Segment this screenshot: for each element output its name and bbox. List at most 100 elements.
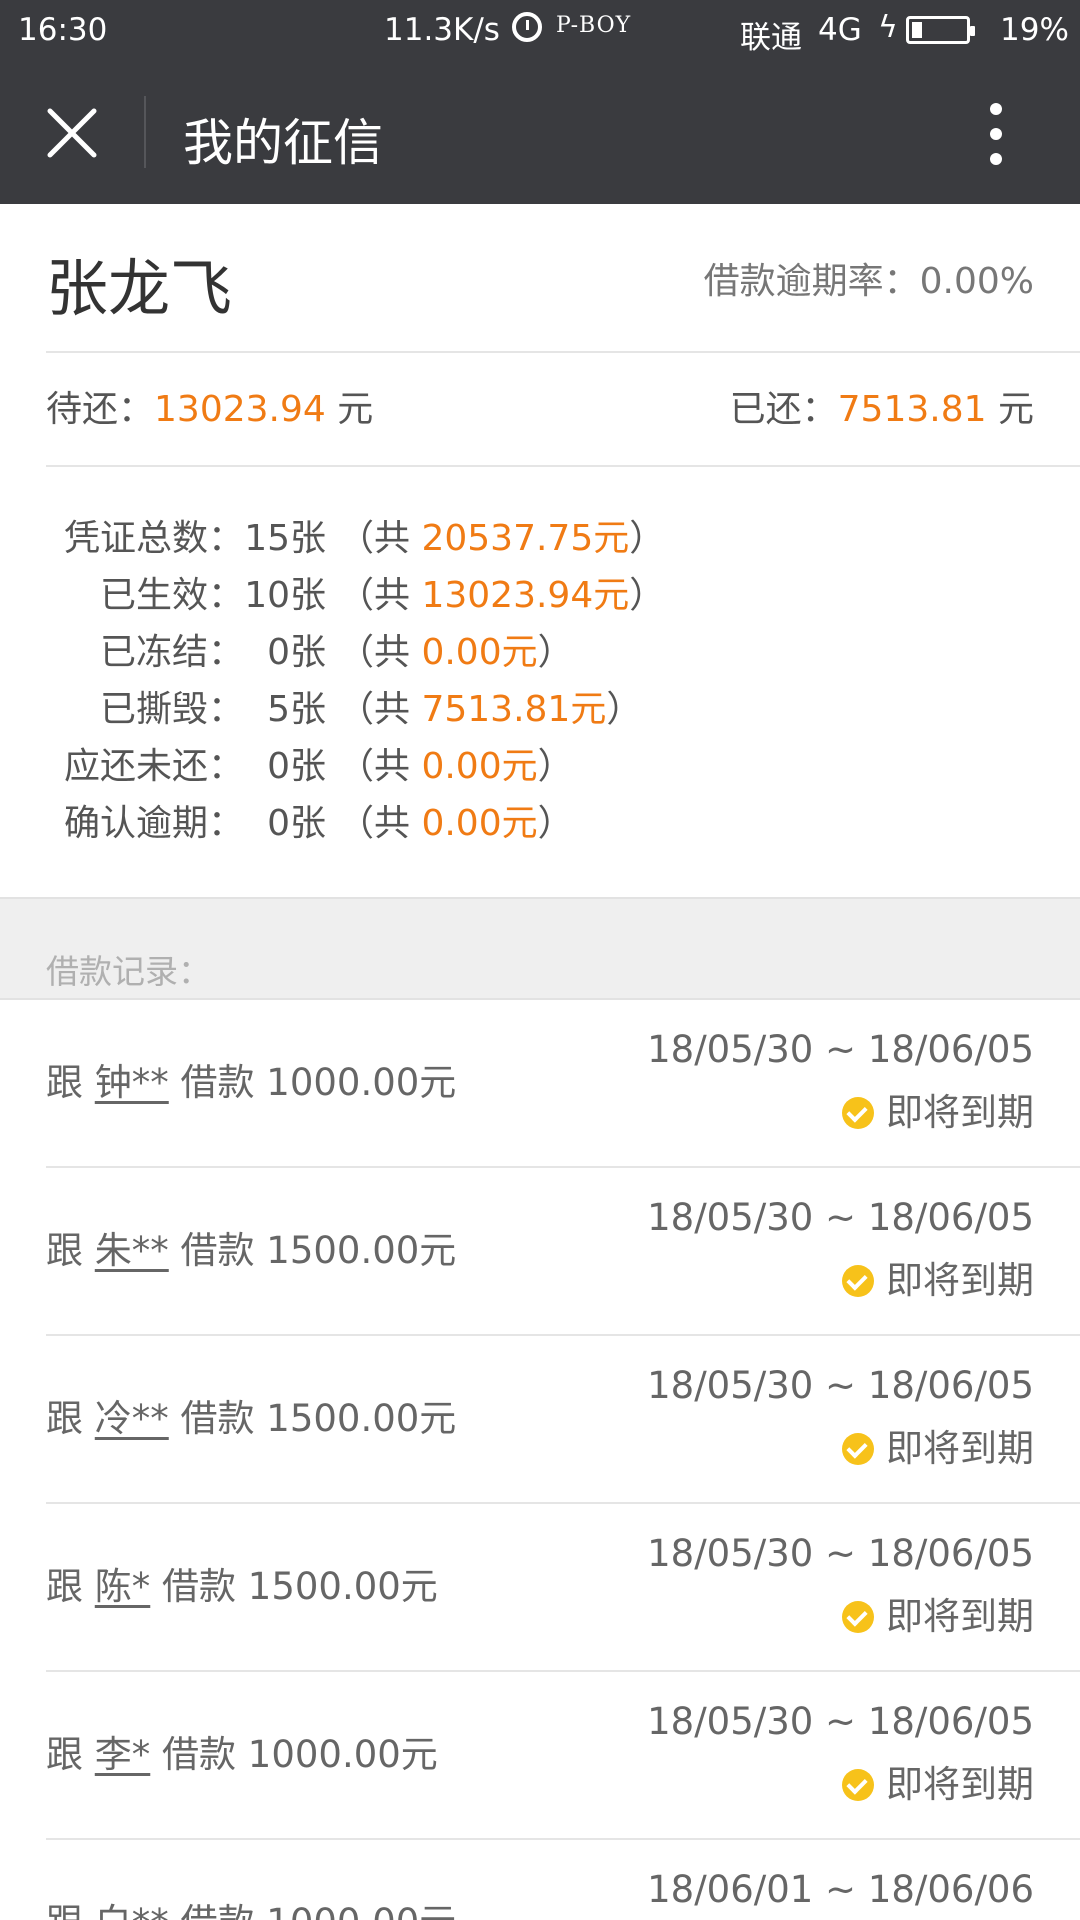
overdue-rate: 借款逾期率：0.00% xyxy=(704,252,1034,304)
lender-link[interactable]: 冷** xyxy=(95,1397,169,1440)
record-desc: 跟 陈* 借款 1500.00元 xyxy=(46,1556,438,1610)
record-dates: 18/06/01 ~ 18/06/06 xyxy=(647,1868,1034,1911)
record-amount: 借款 1000.00元 xyxy=(169,1901,457,1920)
pending-unit: 元 xyxy=(337,389,374,430)
record-dates: 18/05/30 ~ 18/06/05 xyxy=(647,1196,1034,1239)
record-amount: 借款 1000.00元 xyxy=(168,1061,457,1104)
stat-amount: 0.00元 xyxy=(421,632,538,673)
stat-label: 已冻结： xyxy=(99,632,244,673)
check-circle-icon xyxy=(842,1097,874,1129)
stat-label: 应还未还： xyxy=(63,746,244,787)
loan-record[interactable]: 跟 冷** 借款 1500.00元 18/05/30 ~ 18/06/05 即将… xyxy=(0,1336,1080,1504)
stat-row: 已生效：10张 （共 13023.94元） xyxy=(46,567,665,624)
stat-close: ） xyxy=(606,689,643,730)
record-dates: 18/05/30 ~ 18/06/05 xyxy=(647,1700,1034,1743)
page-title: 我的征信 xyxy=(183,114,383,172)
loan-record[interactable]: 跟 朱** 借款 1500.00元 18/05/30 ~ 18/06/05 即将… xyxy=(0,1168,1080,1336)
stat-amount: 13023.94元 xyxy=(421,575,630,616)
check-circle-icon xyxy=(842,1601,874,1633)
status-text: 即将到期 xyxy=(886,1259,1034,1302)
stat-count: 0张 xyxy=(267,803,326,844)
stat-close: ） xyxy=(537,632,574,673)
status-text: 即将到期 xyxy=(886,1091,1034,1134)
divider xyxy=(46,351,1080,353)
record-prefix: 跟 xyxy=(46,1733,95,1776)
record-amount: 借款 1500.00元 xyxy=(168,1397,457,1440)
record-desc: 跟 朱** 借款 1500.00元 xyxy=(46,1220,456,1274)
stat-close: ） xyxy=(629,518,666,559)
stat-count: 10张 xyxy=(244,575,326,616)
pending-amount: 13023.94 xyxy=(154,389,326,430)
record-amount: 借款 1500.00元 xyxy=(150,1565,438,1608)
stat-close: ） xyxy=(537,746,574,787)
stat-count: 0张 xyxy=(267,746,326,787)
stat-label: 已生效： xyxy=(99,575,244,616)
record-desc: 跟 钟** 借款 1000.00元 xyxy=(46,1052,456,1106)
carrier-name: 联通 xyxy=(740,20,802,56)
status-text: 即将到期 xyxy=(886,1427,1034,1470)
record-dates: 18/05/30 ~ 18/06/05 xyxy=(647,1532,1034,1575)
lender-link[interactable]: 白** xyxy=(95,1901,169,1920)
network-type: 4G xyxy=(818,12,862,48)
repaid-amount: 7513.81 xyxy=(837,389,987,430)
lender-link[interactable]: 陈* xyxy=(95,1565,151,1608)
loan-record[interactable]: 跟 陈* 借款 1500.00元 18/05/30 ~ 18/06/05 即将到… xyxy=(0,1504,1080,1672)
stat-row: 已冻结： 0张 （共 0.00元） xyxy=(46,624,665,681)
records-header-label: 借款记录： xyxy=(46,952,211,991)
record-status: 即将到期 xyxy=(842,1418,1034,1472)
status-bar: 16:30 11.3K/s P-BOY 联通 4G ϟ 19% xyxy=(0,0,1080,61)
close-icon[interactable] xyxy=(46,107,98,159)
record-prefix: 跟 xyxy=(46,1901,95,1920)
divider xyxy=(46,465,1080,467)
check-circle-icon xyxy=(842,1265,874,1297)
stat-label: 已撕毁： xyxy=(99,689,244,730)
stat-label: 确认逾期： xyxy=(63,803,244,844)
overdue-rate-label: 借款逾期率： xyxy=(703,261,920,302)
stat-open: （共 xyxy=(338,689,422,730)
loan-record[interactable]: 跟 钟** 借款 1000.00元 18/05/30 ~ 18/06/05 即将… xyxy=(0,1000,1080,1168)
charging-icon: ϟ xyxy=(878,10,898,45)
network-speed: 11.3K/s xyxy=(384,12,500,48)
voucher-stats: 凭证总数：15张 （共 20537.75元） 已生效：10张 （共 13023.94… xyxy=(46,510,665,852)
brand-logo: P-BOY xyxy=(556,13,632,38)
repaid: 已还：7513.81 元 xyxy=(730,380,1034,432)
more-options-icon[interactable] xyxy=(984,101,1008,167)
record-desc: 跟 白** 借款 1000.00元 xyxy=(46,1892,456,1920)
record-status: 即将到期 xyxy=(842,1754,1034,1808)
overdue-rate-value: 0.00% xyxy=(919,261,1034,302)
nav-bar: 我的征信 xyxy=(0,61,1080,204)
record-status: 即将到期 xyxy=(842,1082,1034,1136)
check-circle-icon xyxy=(842,1769,874,1801)
stat-close: ） xyxy=(537,803,574,844)
record-amount: 借款 1500.00元 xyxy=(168,1229,457,1272)
lender-link[interactable]: 李* xyxy=(95,1733,151,1776)
record-desc: 跟 冷** 借款 1500.00元 xyxy=(46,1388,456,1442)
alarm-icon xyxy=(512,12,542,42)
user-name: 张龙飞 xyxy=(46,252,233,325)
loan-record[interactable]: 跟 白** 借款 1000.00元 18/06/01 ~ 18/06/06 xyxy=(0,1840,1080,1920)
stat-row: 确认逾期： 0张 （共 0.00元） xyxy=(46,795,665,852)
status-time: 16:30 xyxy=(18,12,108,48)
repaid-unit: 元 xyxy=(997,389,1034,430)
lender-link[interactable]: 钟** xyxy=(95,1061,169,1104)
stat-open: （共 xyxy=(338,746,422,787)
stat-amount: 7513.81元 xyxy=(421,689,607,730)
pending-label: 待还： xyxy=(46,389,155,430)
stat-amount: 0.00元 xyxy=(421,746,538,787)
pending-repay: 待还：13023.94 元 xyxy=(46,389,373,430)
records-section-header: 借款记录： xyxy=(0,897,1080,1000)
record-prefix: 跟 xyxy=(46,1061,95,1104)
stat-amount: 20537.75元 xyxy=(421,518,630,559)
record-dates: 18/05/30 ~ 18/06/05 xyxy=(647,1028,1034,1071)
check-circle-icon xyxy=(842,1433,874,1465)
loan-record[interactable]: 跟 李* 借款 1000.00元 18/05/30 ~ 18/06/05 即将到… xyxy=(0,1672,1080,1840)
record-prefix: 跟 xyxy=(46,1565,95,1608)
status-text: 即将到期 xyxy=(886,1763,1034,1806)
record-status: 即将到期 xyxy=(842,1586,1034,1640)
record-amount: 借款 1000.00元 xyxy=(150,1733,438,1776)
stat-amount: 0.00元 xyxy=(421,803,538,844)
record-dates: 18/05/30 ~ 18/06/05 xyxy=(647,1364,1034,1407)
lender-link[interactable]: 朱** xyxy=(95,1229,169,1272)
record-status: 即将到期 xyxy=(842,1250,1034,1304)
stat-label: 凭证总数： xyxy=(63,518,244,559)
